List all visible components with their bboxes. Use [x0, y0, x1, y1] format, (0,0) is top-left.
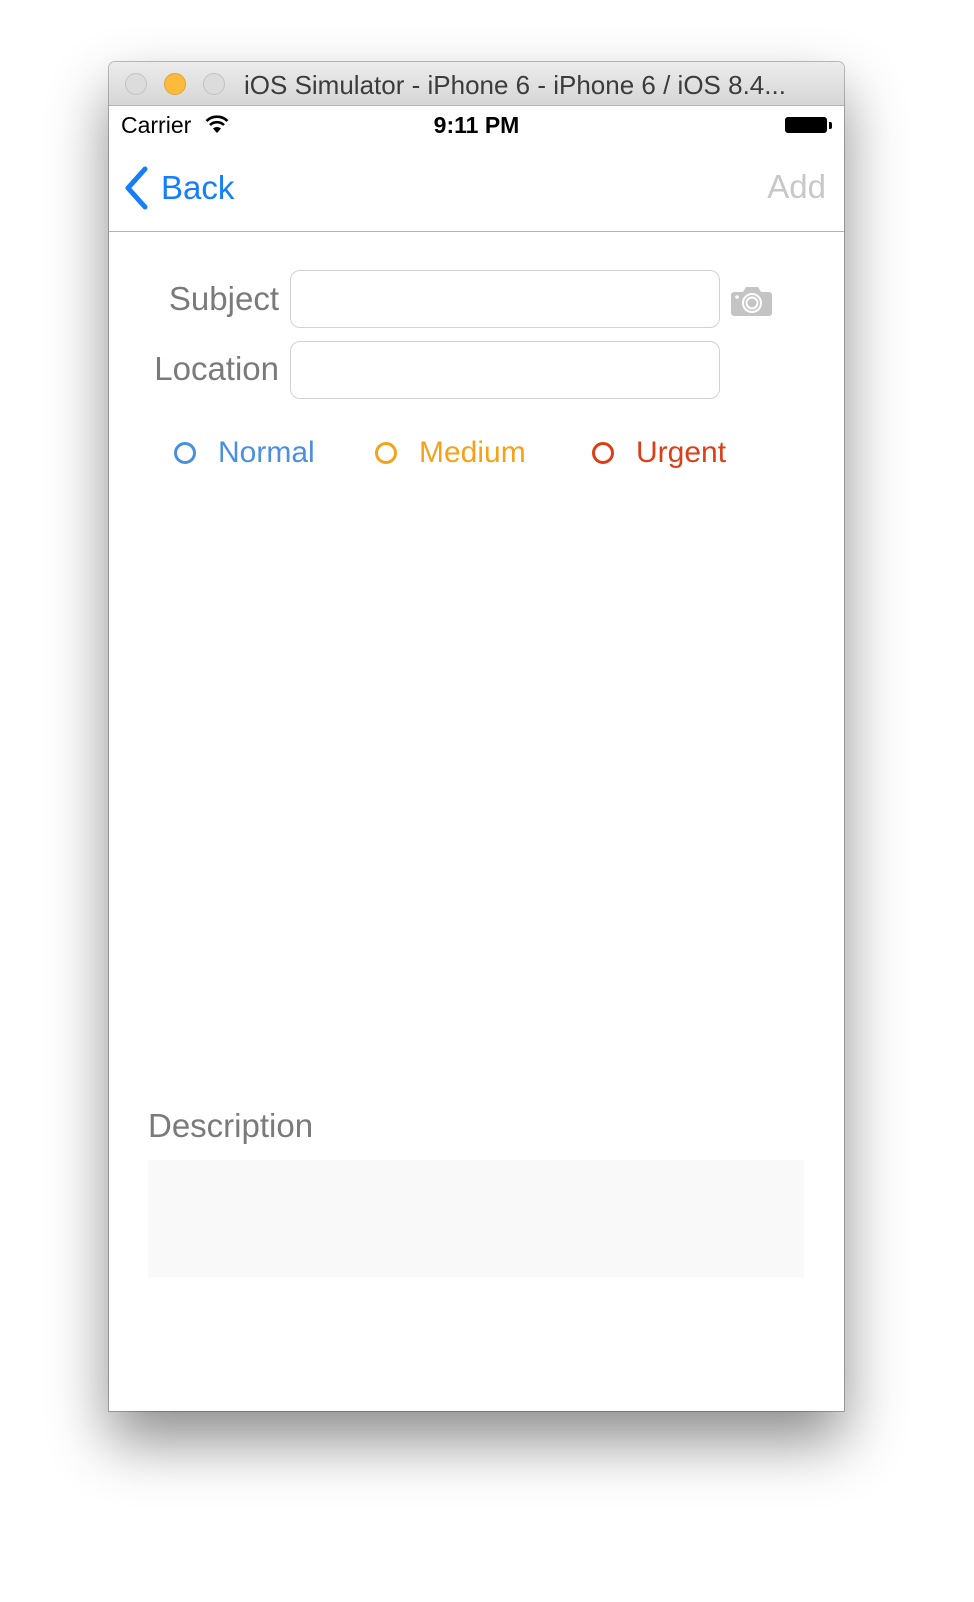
- camera-icon[interactable]: [731, 286, 772, 316]
- priority-medium-label: Medium: [419, 436, 526, 469]
- minimize-window-button[interactable]: [164, 73, 186, 95]
- radio-circle-icon: [174, 442, 196, 464]
- location-input[interactable]: [290, 341, 720, 399]
- clock: 9:11 PM: [433, 112, 520, 138]
- battery-tip: [829, 122, 832, 129]
- priority-medium-radio[interactable]: Medium: [375, 436, 526, 470]
- priority-normal-label: Normal: [218, 436, 315, 469]
- navigation-bar: Back Add: [109, 146, 844, 232]
- zoom-window-button[interactable]: [203, 73, 225, 95]
- subject-input[interactable]: [290, 270, 720, 328]
- description-textarea[interactable]: [148, 1160, 804, 1277]
- add-button[interactable]: Add: [767, 168, 826, 206]
- phone-screen: Carrier 9:11 PM Back Add Subject Locatio…: [109, 106, 844, 1411]
- priority-urgent-label: Urgent: [636, 436, 727, 469]
- back-label: Back: [161, 169, 235, 206]
- title-bar[interactable]: iOS Simulator - iPhone 6 - iPhone 6 / iO…: [109, 62, 844, 106]
- battery-icon: [785, 117, 827, 133]
- priority-urgent-radio[interactable]: Urgent: [592, 436, 726, 470]
- location-label: Location: [154, 350, 279, 387]
- chevron-left-icon: [125, 166, 148, 210]
- back-button[interactable]: Back: [123, 166, 234, 210]
- status-bar: Carrier 9:11 PM: [109, 106, 844, 146]
- subject-label: Subject: [168, 280, 279, 317]
- window-title: iOS Simulator - iPhone 6 - iPhone 6 / iO…: [244, 70, 786, 100]
- close-window-button[interactable]: [125, 73, 147, 95]
- radio-circle-icon: [592, 442, 614, 464]
- radio-circle-icon: [375, 442, 397, 464]
- priority-normal-radio[interactable]: Normal: [174, 436, 315, 470]
- description-label: Description: [148, 1107, 314, 1144]
- simulator-window: iOS Simulator - iPhone 6 - iPhone 6 / iO…: [109, 62, 844, 1411]
